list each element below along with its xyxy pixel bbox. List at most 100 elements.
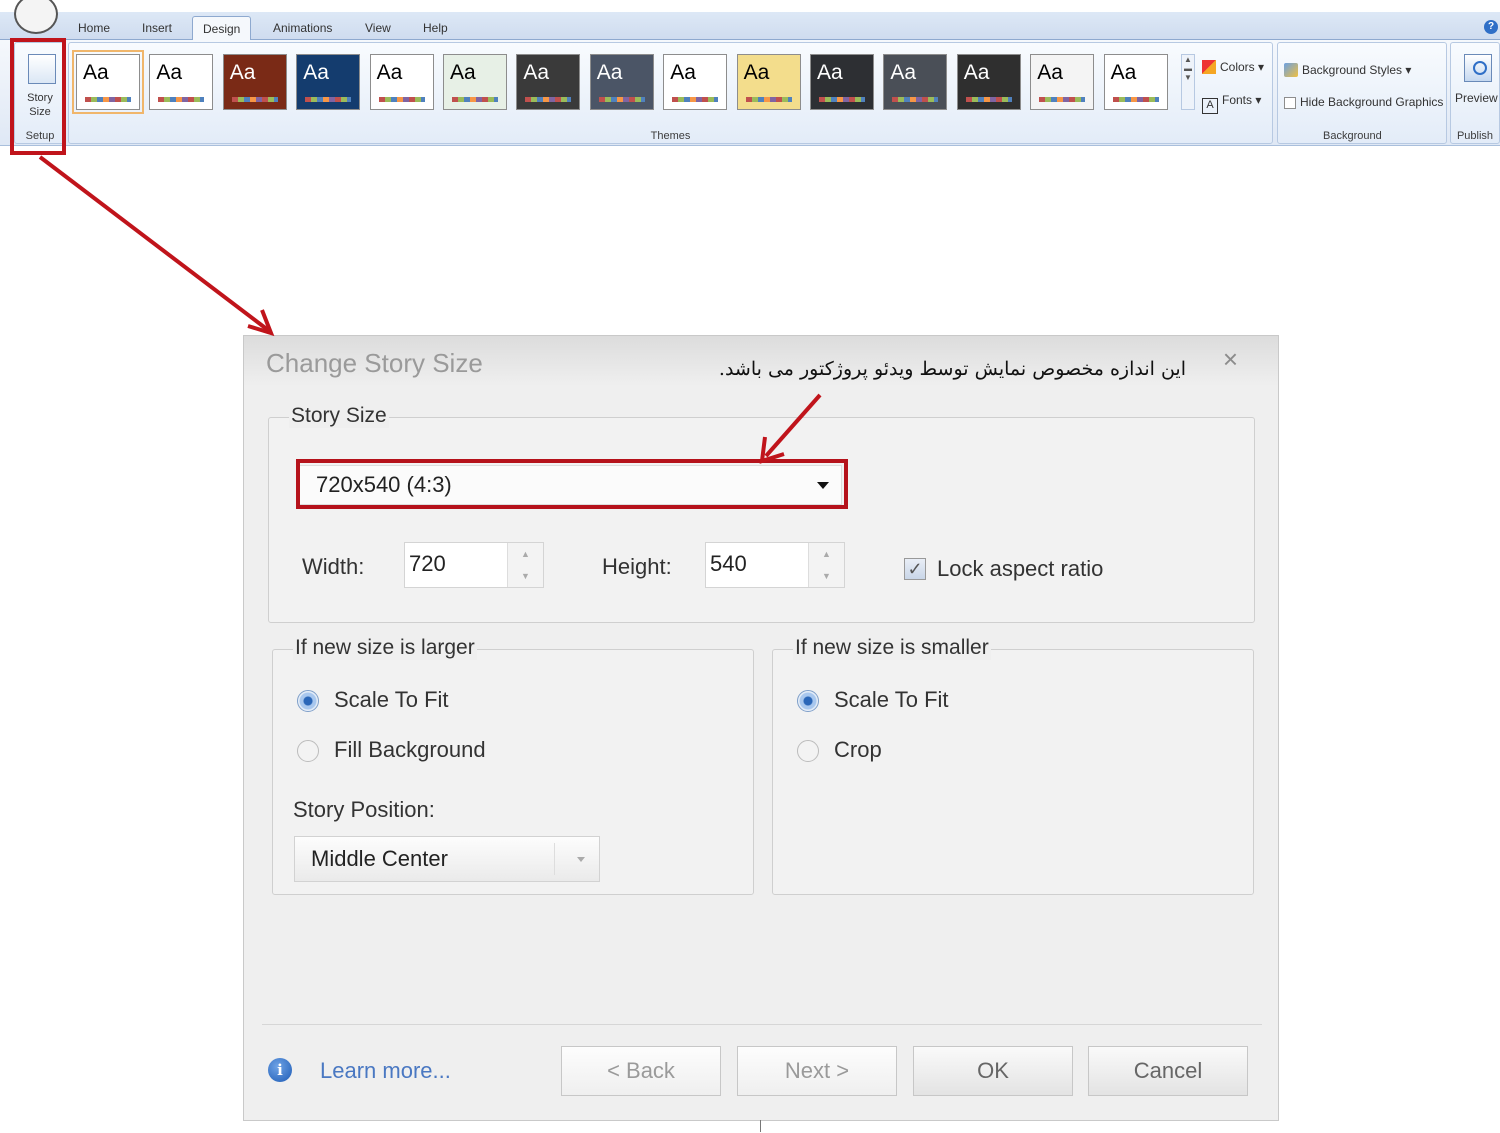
theme-thumbnail[interactable]: Aa [1103, 54, 1168, 110]
lock-aspect-ratio-label: Lock aspect ratio [937, 556, 1104, 581]
colors-button[interactable]: Colors ▾ [1202, 57, 1264, 77]
theme-color-swatch [965, 97, 1012, 102]
height-spin-arrows[interactable]: ▲ ▼ [808, 543, 844, 587]
tab-design[interactable]: Design [192, 16, 252, 40]
crop-radio[interactable] [797, 740, 819, 762]
fill-background-radio[interactable] [297, 740, 319, 762]
theme-sample-text: Aa [450, 61, 476, 84]
tab-animations[interactable]: Animations [263, 16, 342, 40]
preview-icon[interactable] [1464, 54, 1492, 82]
theme-thumbnail[interactable]: Aa [956, 54, 1021, 110]
height-label: Height: [602, 554, 672, 579]
dialog-title: Change Story Size [266, 348, 483, 378]
fill-background-label: Fill Background [334, 737, 486, 762]
theme-sample-text: Aa [596, 61, 623, 84]
crop-label: Crop [834, 737, 882, 762]
theme-color-swatch [672, 97, 719, 102]
theme-thumbnail[interactable]: Aa [1030, 54, 1095, 110]
tab-help[interactable]: Help [413, 16, 458, 40]
width-spin-arrows[interactable]: ▲ ▼ [507, 543, 543, 587]
larger-scale-to-fit-radio[interactable] [297, 690, 319, 712]
theme-thumbnail[interactable]: Aa [883, 54, 948, 110]
new-size-smaller-group: If new size is smaller [772, 636, 1254, 895]
divider-tick [760, 1120, 761, 1132]
theme-color-swatch [85, 97, 131, 102]
theme-sample-text: Aa [156, 61, 183, 84]
theme-thumbnail[interactable]: Aa [72, 50, 144, 114]
theme-color-swatch [892, 97, 939, 102]
theme-sample-text: Aa [963, 61, 990, 84]
new-size-larger-legend: If new size is larger [293, 636, 477, 660]
theme-color-swatch [745, 97, 792, 102]
fonts-icon: A [1202, 98, 1218, 114]
theme-sample-text: Aa [303, 61, 329, 84]
new-size-smaller-legend: If new size is smaller [793, 636, 991, 660]
close-icon[interactable]: × [1223, 344, 1238, 375]
width-spinner[interactable]: 720 ▲ ▼ [404, 542, 544, 588]
story-size-highlight-box [10, 38, 66, 155]
theme-color-swatch [525, 97, 572, 102]
learn-more-link[interactable]: Learn more... [320, 1058, 451, 1084]
hide-background-graphics-checkbox[interactable]: Hide Background Graphics [1284, 92, 1443, 112]
change-story-size-dialog: Change Story Size × Story Size 720x540 (… [243, 335, 1279, 1121]
tab-home[interactable]: Home [68, 16, 120, 40]
tab-view[interactable]: View [355, 16, 401, 40]
next-button[interactable]: Next > [737, 1046, 897, 1096]
arrow-line-to-dialog [38, 155, 270, 332]
theme-color-swatch [305, 97, 352, 102]
story-size-dropdown-highlight-box [296, 459, 848, 509]
theme-thumbnail[interactable]: Aa [149, 54, 214, 110]
theme-color-swatch [378, 97, 425, 102]
help-icon[interactable]: ? [1484, 20, 1498, 34]
chevron-down-icon [577, 857, 585, 862]
theme-sample-text: Aa [376, 61, 403, 84]
theme-color-swatch [452, 97, 498, 102]
theme-color-swatch [1112, 97, 1159, 102]
annotation-text: این اندازه مخصوص نمایش توسط ویدئو پروژکت… [718, 358, 1186, 380]
background-styles-icon [1284, 63, 1298, 77]
tab-insert[interactable]: Insert [132, 16, 182, 40]
info-icon: i [268, 1058, 292, 1082]
cancel-button[interactable]: Cancel [1088, 1046, 1248, 1096]
theme-thumbnail[interactable]: Aa [369, 54, 434, 110]
theme-thumbnail[interactable]: Aa [736, 54, 801, 110]
theme-sample-text: Aa [743, 61, 770, 84]
ok-button[interactable]: OK [913, 1046, 1073, 1096]
theme-sample-text: Aa [83, 61, 109, 84]
theme-sample-text: Aa [229, 61, 256, 84]
theme-thumbnail[interactable]: Aa [222, 54, 287, 110]
smaller-scale-to-fit-radio[interactable] [797, 690, 819, 712]
story-position-value: Middle Center [311, 846, 448, 871]
theme-thumbnail[interactable]: Aa [663, 54, 728, 110]
arrowhead-to-dialog [247, 309, 275, 337]
story-size-legend: Story Size [289, 404, 389, 428]
height-value: 540 [710, 551, 747, 576]
theme-color-swatch [1039, 97, 1086, 102]
lock-aspect-ratio-checkbox[interactable]: ✓ [904, 558, 926, 580]
colors-icon [1202, 60, 1216, 74]
theme-thumbnail[interactable]: Aa [589, 54, 654, 110]
theme-thumbnail[interactable]: Aa [443, 54, 507, 110]
theme-sample-text: Aa [1037, 61, 1063, 84]
theme-sample-text: Aa [1110, 61, 1137, 84]
preview-button-label[interactable]: Preview [1455, 88, 1498, 108]
checkbox-icon [1284, 97, 1296, 109]
larger-scale-to-fit-label: Scale To Fit [334, 687, 449, 712]
theme-color-swatch [231, 97, 278, 102]
back-button[interactable]: < Back [561, 1046, 721, 1096]
theme-thumbnail[interactable]: Aa [296, 54, 361, 110]
width-label: Width: [302, 554, 365, 579]
themes-gallery-scroll[interactable]: ▲ ▬ ▼ [1181, 54, 1195, 110]
background-styles-button[interactable]: Background Styles ▾ [1284, 60, 1411, 80]
themes-group-label: Themes [650, 130, 691, 142]
application-button[interactable] [14, 0, 58, 34]
theme-sample-text: Aa [523, 61, 550, 84]
theme-thumbnail[interactable]: Aa [810, 54, 874, 110]
background-group-label: Background [1323, 130, 1382, 142]
theme-thumbnail[interactable]: Aa [516, 54, 581, 110]
story-position-dropdown[interactable]: Middle Center [294, 836, 600, 882]
height-spinner[interactable]: 540 ▲ ▼ [705, 542, 845, 588]
theme-sample-text: Aa [817, 61, 843, 84]
ribbon-tab-strip: Home Insert Design Animations View Help … [0, 0, 1500, 40]
fonts-button[interactable]: A Fonts ▾ [1202, 90, 1261, 114]
